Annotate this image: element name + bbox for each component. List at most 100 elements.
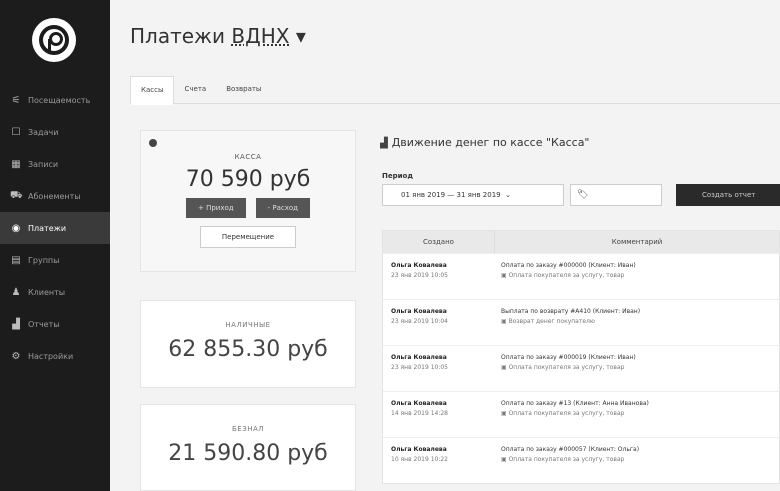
expense-button[interactable]: - Расход	[255, 198, 310, 218]
money-icon: ◉	[11, 222, 21, 234]
author: Ольга Ковалева	[391, 308, 447, 315]
create-report-button[interactable]: Создать отчет	[676, 184, 780, 206]
sidebar-item-tasks[interactable]: ☐ Задачи	[0, 116, 110, 148]
created-cell: Ольга Ковалева 23 янв 2019 10:05	[383, 254, 495, 299]
tab-refunds[interactable]: Возвраты	[216, 76, 271, 104]
title-prefix: Платежи	[130, 24, 232, 48]
card-amount: 70 590 руб	[185, 167, 311, 192]
panel-title-text: Движение денег по кассе "Касса"	[391, 136, 590, 149]
comment-subtext: ▣ Оплата покупателя за услугу, товар	[501, 272, 625, 279]
cash-card[interactable]: НАЛИЧНЫЕ 62 855.30 руб	[140, 300, 356, 388]
income-button[interactable]: + Приход	[185, 198, 246, 218]
transfer-button[interactable]: Перемещение	[200, 226, 296, 248]
comment-cell: Оплата по заказу #13 (Клиент: Анна Ивано…	[495, 392, 779, 437]
comment-subtext-label: Оплата покупателя за услугу, товар	[508, 272, 625, 279]
created-cell: Ольга Ковалева 23 янв 2019 10:04	[383, 300, 495, 345]
comment-subtext-label: Оплата покупателя за услугу, товар	[508, 456, 625, 463]
comment-text[interactable]: Выплата по возврату #А410 (Клиент: Иван)	[501, 308, 779, 315]
created-cell: Ольга Ковалева 14 янв 2019 14:28	[383, 392, 495, 437]
logo-mark	[39, 25, 69, 55]
timestamp: 23 янв 2019 10:05	[391, 272, 448, 279]
table-header: Создано Комментарий	[383, 231, 779, 253]
comment-cell: Оплата по заказу #000000 (Клиент: Иван) ▣…	[495, 254, 779, 299]
tag-filter-input[interactable]: 🏷	[570, 184, 662, 206]
tag-icon: 🏷	[577, 190, 589, 200]
comment-subtext-label: Оплата покупателя за услугу, товар	[508, 364, 625, 371]
sidebar-item-attendance[interactable]: ⚟ Посещаемость	[0, 84, 110, 116]
date-range-select[interactable]: 01 янв 2019 — 31 янв 2019 ⌄	[382, 184, 564, 206]
chevron-down-icon: ⌄	[500, 191, 511, 199]
comment-text[interactable]: Оплата по заказу #13 (Клиент: Анна Ивано…	[501, 400, 779, 407]
page-title: Платежи ВДНХ ▾	[130, 24, 306, 48]
panel-title: ▟ Движение денег по кассе "Касса"	[380, 136, 590, 149]
calendar-icon: ▦	[11, 158, 21, 170]
comment-cell: Выплата по возврату #А410 (Клиент: Иван)…	[495, 300, 779, 345]
chart-icon: ▟	[380, 138, 388, 149]
created-cell: Ольга Ковалева 10 янв 2019 10:22	[383, 438, 495, 483]
sidebar-item-label: Клиенты	[28, 287, 66, 297]
sidebar-item-groups[interactable]: ▤ Группы	[0, 244, 110, 276]
column-comment[interactable]: Комментарий	[495, 231, 779, 253]
author: Ольга Ковалева	[391, 354, 447, 361]
tabs: Кассы Счета Возвраты	[130, 76, 780, 105]
card-caption: НАЛИЧНЫЕ	[225, 321, 271, 329]
comment-subtext: ▣ Возврат денег покупателю	[501, 318, 595, 325]
sidebar-item-clients[interactable]: ♟ Клиенты	[0, 276, 110, 308]
table-row[interactable]: Ольга Ковалева 10 янв 2019 10:22 Оплата п…	[383, 437, 779, 483]
sliders-icon: ⚟	[11, 94, 21, 106]
tab-cash-desks[interactable]: Кассы	[130, 76, 175, 105]
timestamp: 10 янв 2019 10:22	[391, 456, 448, 463]
tab-accounts[interactable]: Счета	[174, 76, 216, 104]
timestamp: 23 янв 2019 10:05	[391, 364, 448, 371]
card-caption: БЕЗНАЛ	[231, 425, 265, 433]
logo[interactable]	[32, 18, 76, 62]
comment-subtext: ▣ Оплата покупателя за услугу, товар	[501, 410, 625, 417]
main-cash-card[interactable]: КАССА 70 590 руб + Приход - Расход Перем…	[140, 130, 356, 272]
chevron-down-icon[interactable]: ▾	[290, 24, 306, 48]
user-icon: ♟	[11, 286, 21, 298]
column-created[interactable]: Создано	[383, 231, 495, 253]
sidebar-item-label: Абонементы	[28, 191, 81, 201]
comment-cell: Оплата по заказу #000019 (Клиент: Иван) ▣…	[495, 346, 779, 391]
table-row[interactable]: Ольга Ковалева 14 янв 2019 14:28 Оплата п…	[383, 391, 779, 437]
sidebar-item-subscriptions[interactable]: ⛟ Абонементы	[0, 180, 110, 212]
period-label: Период	[382, 172, 413, 180]
sidebar-item-label: Настройки	[28, 351, 74, 361]
gear-icon: ⚙	[11, 350, 21, 362]
sidebar-item-label: Записи	[28, 159, 59, 169]
chart-icon: ▟	[12, 318, 20, 330]
author: Ольга Ковалева	[391, 262, 447, 269]
sidebar-item-reports[interactable]: ▟ Отчеты	[0, 308, 110, 340]
card-amount: 21 590.80 руб	[168, 441, 328, 466]
table-row[interactable]: Ольга Ковалева 23 янв 2019 10:04 Выплата …	[383, 299, 779, 345]
sidebar-item-label: Посещаемость	[28, 95, 91, 105]
sidebar-item-label: Задачи	[28, 127, 59, 137]
comment-text[interactable]: Оплата по заказу #000000 (Клиент: Иван)	[501, 262, 779, 269]
indicator-dot	[149, 139, 157, 147]
comment-subtext-label: Возврат денег покупателю	[508, 318, 595, 325]
sidebar-item-label: Платежи	[28, 223, 67, 233]
location-selector[interactable]: ВДНХ	[231, 24, 289, 48]
comment-subtext-label: Оплата покупателя за услугу, товар	[508, 410, 625, 417]
sidebar-item-settings[interactable]: ⚙ Настройки	[0, 340, 110, 372]
comment-text[interactable]: Оплата по заказу #000019 (Клиент: Иван)	[501, 354, 779, 361]
card-amount: 62 855.30 руб	[168, 337, 328, 362]
cash-movement-panel: ▟ Движение денег по кассе "Касса" Период …	[370, 120, 780, 491]
cashless-card[interactable]: БЕЗНАЛ 21 590.80 руб	[140, 404, 356, 491]
date-range-value: 01 янв 2019 — 31 янв 2019	[401, 191, 501, 199]
comment-text[interactable]: Оплата по заказу #000057 (Клиент: Ольга)	[501, 446, 779, 453]
table-row[interactable]: Ольга Ковалева 23 янв 2019 10:05 Оплата п…	[383, 253, 779, 299]
sidebar-item-payments[interactable]: ◉ Платежи	[0, 212, 110, 244]
comment-subtext: ▣ Оплата покупателя за услугу, товар	[501, 364, 625, 371]
cart-icon: ⛟	[10, 189, 23, 201]
sidebar-item-records[interactable]: ▦ Записи	[0, 148, 110, 180]
table-row[interactable]: Ольга Ковалева 23 янв 2019 10:05 Оплата п…	[383, 345, 779, 391]
action-buttons: + Приход - Расход	[141, 198, 355, 218]
created-cell: Ольга Ковалева 23 янв 2019 10:05	[383, 346, 495, 391]
sidebar-item-label: Группы	[28, 255, 60, 265]
timestamp: 23 янв 2019 10:04	[391, 318, 448, 325]
tasks-icon: ☐	[11, 126, 21, 138]
sidebar: ⚟ Посещаемость ☐ Задачи ▦ Записи ⛟ Абонемент…	[0, 0, 110, 491]
author: Ольга Ковалева	[391, 446, 447, 453]
sidebar-item-label: Отчеты	[28, 319, 60, 329]
